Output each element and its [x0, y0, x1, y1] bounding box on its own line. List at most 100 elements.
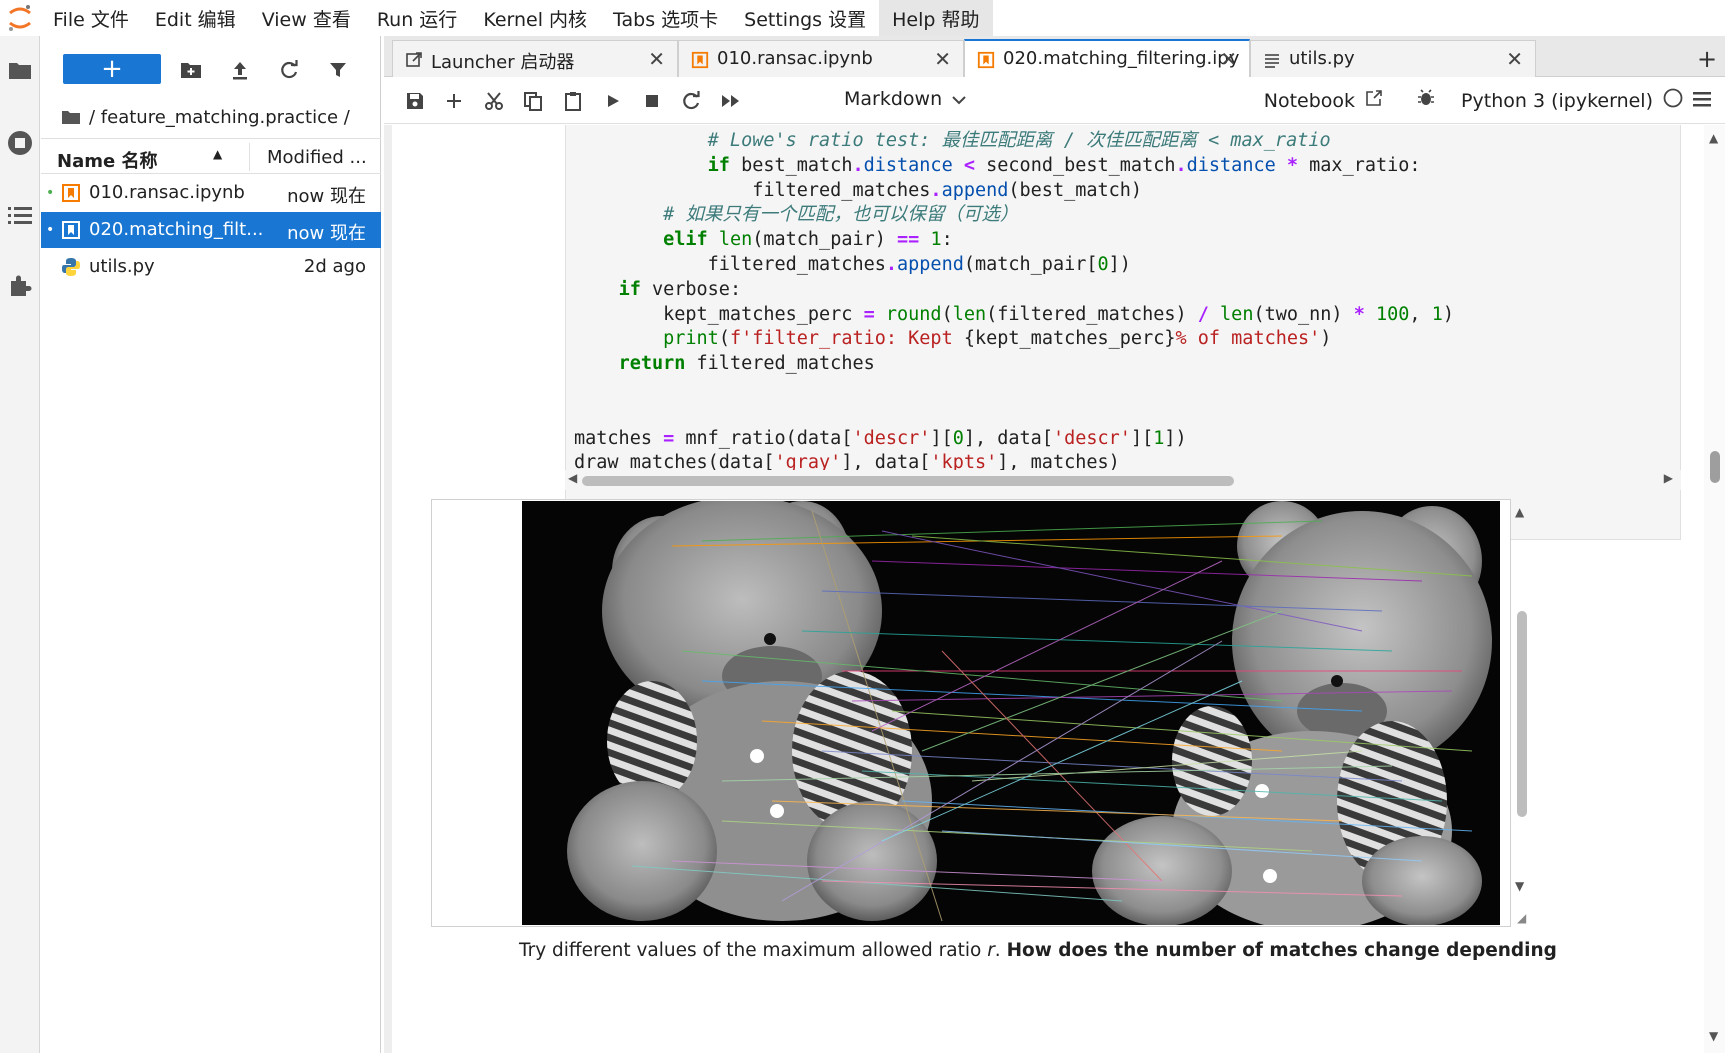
- add-tab-button[interactable]: +: [1689, 40, 1725, 77]
- external-link-icon[interactable]: [1365, 89, 1383, 112]
- scrollbar-thumb[interactable]: [582, 476, 1234, 486]
- output-vertical-scrollbar[interactable]: ▲ ▼ ◢: [1512, 499, 1532, 929]
- menu-view[interactable]: View 查看: [249, 0, 364, 36]
- tab-label: Launcher 启动器: [431, 52, 575, 73]
- file-modified: 2d ago: [303, 256, 366, 277]
- copy-icon[interactable]: [520, 88, 546, 114]
- scrollbar-thumb[interactable]: [1517, 611, 1527, 817]
- menu-settings[interactable]: Settings 设置: [731, 0, 879, 36]
- tab-020-matching[interactable]: 020.matching_filtering.ipy ✕: [964, 39, 1250, 77]
- tab-label: utils.py: [1289, 48, 1355, 69]
- debugger-bug-icon[interactable]: [1417, 89, 1435, 112]
- cut-icon[interactable]: [481, 88, 507, 114]
- document-tab-bar: Launcher 启动器 ✕ 010.ransac.ipynb ✕ 020.ma…: [384, 36, 1725, 77]
- sort-ascending-icon[interactable]: ▲: [213, 147, 222, 161]
- run-cell-icon[interactable]: [600, 88, 626, 114]
- scroll-left-icon[interactable]: ◀: [568, 471, 577, 485]
- column-modified-header[interactable]: Modified ...: [267, 147, 367, 168]
- markdown-bold-text: How does the number of matches change de…: [1006, 940, 1557, 961]
- menu-run[interactable]: Run 运行: [364, 0, 470, 36]
- breadcrumb-folder-icon[interactable]: [61, 109, 81, 125]
- filter-icon[interactable]: [324, 56, 352, 84]
- file-row-020-matching[interactable]: • 020.matching_filt... now 现在: [41, 212, 381, 248]
- panel-gutter: [384, 125, 392, 1053]
- folder-icon[interactable]: [0, 50, 40, 90]
- file-modified: now 现在: [287, 186, 366, 207]
- tab-launcher[interactable]: Launcher 启动器 ✕: [392, 40, 678, 77]
- running-sessions-icon[interactable]: [0, 123, 40, 163]
- notebook-vertical-scrollbar[interactable]: ▲ ▼: [1704, 125, 1725, 1053]
- scroll-right-icon[interactable]: ▶: [1664, 471, 1673, 485]
- file-row-utils[interactable]: utils.py 2d ago: [41, 249, 381, 285]
- menu-tabs[interactable]: Tabs 选项卡: [600, 0, 731, 36]
- code-horizontal-scrollbar[interactable]: ◀ ▶: [565, 470, 1681, 490]
- save-icon[interactable]: [402, 88, 428, 114]
- markdown-text: Try different values of the maximum allo…: [519, 940, 988, 961]
- open-notebook-button[interactable]: Notebook: [1264, 90, 1355, 112]
- running-indicator-icon: •: [46, 222, 55, 238]
- resize-grip-icon[interactable]: ◢: [1517, 911, 1526, 925]
- jupyter-logo-icon: [0, 0, 40, 36]
- scroll-up-icon[interactable]: ▲: [1709, 131, 1718, 145]
- file-list-header: Name 名称 ▲ Modified ...: [41, 138, 381, 174]
- tab-label: 010.ransac.ipynb: [717, 48, 873, 69]
- feature-matches-image: [522, 501, 1500, 925]
- close-icon[interactable]: ✕: [648, 47, 665, 71]
- new-folder-icon[interactable]: [177, 56, 205, 84]
- extensions-puzzle-icon[interactable]: [0, 266, 40, 306]
- table-of-contents-icon[interactable]: [0, 195, 40, 235]
- close-icon[interactable]: ✕: [934, 47, 951, 71]
- insert-cell-icon[interactable]: [441, 88, 467, 114]
- kernel-status-area: Notebook Python 3 (ipykernel): [1264, 88, 1711, 113]
- tab-utils[interactable]: utils.py ✕: [1250, 40, 1536, 77]
- file-modified: now 现在: [287, 223, 366, 244]
- breadcrumb: / feature_matching.practice /: [61, 102, 350, 132]
- close-icon[interactable]: ✕: [1506, 47, 1523, 71]
- close-icon[interactable]: ✕: [1220, 47, 1237, 71]
- markdown-variable: r: [987, 940, 995, 961]
- file-icon: [1265, 54, 1279, 68]
- restart-run-all-icon[interactable]: [718, 88, 744, 114]
- column-divider[interactable]: [249, 143, 250, 171]
- cell-type-value: Markdown: [844, 88, 943, 110]
- file-row-010-ransac[interactable]: • 010.ransac.ipynb now 现在: [41, 175, 381, 211]
- scrollbar-thumb[interactable]: [1710, 451, 1720, 483]
- code-editor[interactable]: # Lowe's ratio test: 最佳匹配距离 / 次佳匹配距离 < m…: [574, 129, 1454, 476]
- restart-kernel-icon[interactable]: [678, 88, 704, 114]
- notebook-icon: [62, 184, 80, 202]
- scroll-up-icon[interactable]: ▲: [1515, 505, 1524, 519]
- new-launcher-button[interactable]: +: [63, 54, 161, 84]
- chevron-down-icon: [952, 88, 966, 110]
- running-indicator-icon: •: [46, 185, 55, 201]
- scroll-down-icon[interactable]: ▼: [1709, 1029, 1718, 1043]
- stop-kernel-icon[interactable]: [639, 88, 665, 114]
- tab-010-ransac[interactable]: 010.ransac.ipynb ✕: [678, 40, 964, 77]
- python-icon: [62, 258, 80, 276]
- file-name: utils.py: [89, 256, 155, 277]
- breadcrumb-path[interactable]: / feature_matching.practice /: [89, 107, 350, 128]
- kernel-name[interactable]: Python 3 (ipykernel): [1461, 90, 1653, 112]
- upload-icon[interactable]: [226, 56, 254, 84]
- notebook-icon: [62, 221, 80, 239]
- menu-hamburger-icon[interactable]: [1693, 90, 1711, 112]
- menu-help[interactable]: Help 帮助: [879, 0, 993, 36]
- column-name-header[interactable]: Name 名称: [57, 147, 157, 173]
- menu-bar: File 文件 Edit 编辑 View 查看 Run 运行 Kernel 内核…: [0, 0, 1725, 36]
- menu-file[interactable]: File 文件: [40, 0, 142, 36]
- menu-edit[interactable]: Edit 编辑: [142, 0, 249, 36]
- notebook-icon: [977, 51, 995, 69]
- kernel-idle-icon: [1663, 88, 1683, 113]
- file-browser-toolbar: +: [41, 36, 381, 100]
- file-name: 020.matching_filt...: [89, 219, 264, 240]
- file-name: 010.ransac.ipynb: [89, 182, 245, 203]
- scroll-down-icon[interactable]: ▼: [1515, 879, 1524, 893]
- menu-kernel[interactable]: Kernel 内核: [470, 0, 600, 36]
- activity-bar: [0, 36, 40, 1053]
- refresh-icon[interactable]: [275, 56, 303, 84]
- launcher-icon: [406, 52, 422, 67]
- markdown-cell-text[interactable]: Try different values of the maximum allo…: [519, 940, 1557, 961]
- notebook-toolbar: Markdown Notebook Python 3 (ipykernel): [384, 78, 1725, 124]
- cell-type-dropdown[interactable]: Markdown: [844, 88, 966, 110]
- notebook-panel: # Lowe's ratio test: 最佳匹配距离 / 次佳匹配距离 < m…: [384, 125, 1725, 1053]
- paste-icon[interactable]: [560, 88, 586, 114]
